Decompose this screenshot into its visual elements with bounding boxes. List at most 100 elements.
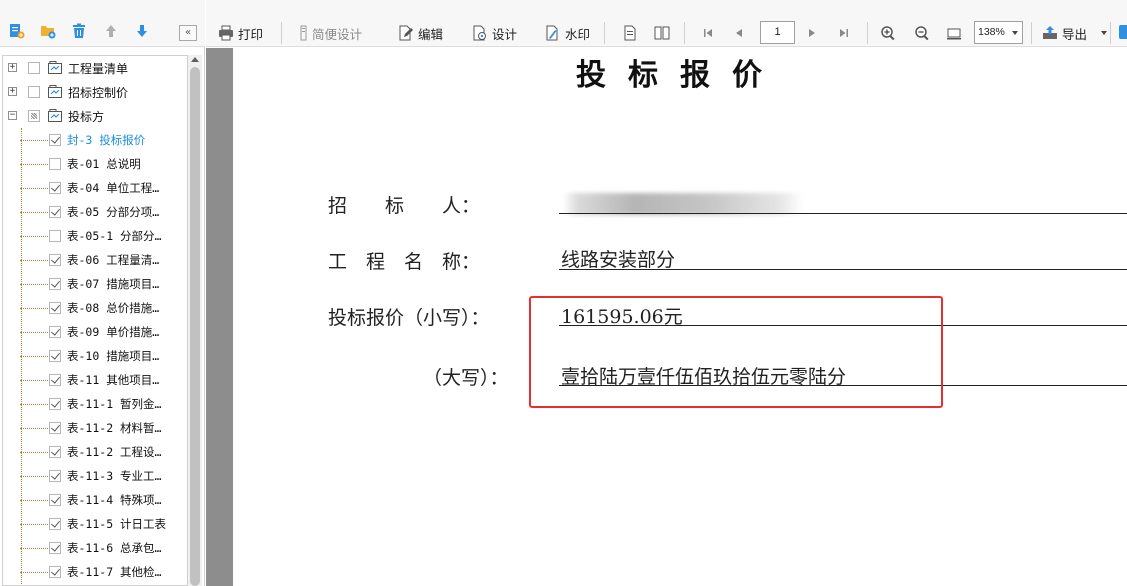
- tree-folder-node[interactable]: + 招标控制价: [3, 80, 187, 104]
- first-page-button[interactable]: [700, 22, 720, 44]
- tree-report-node[interactable]: 表-09 单价措施…: [3, 320, 187, 344]
- print-button[interactable]: 打印: [218, 22, 263, 44]
- simple-design-icon: [300, 25, 308, 41]
- zoom-select[interactable]: 138%: [974, 21, 1023, 44]
- chevron-down-icon: [1012, 31, 1018, 35]
- two-page-view-button[interactable]: [654, 22, 674, 44]
- node-checkbox[interactable]: [49, 182, 61, 194]
- folder-icon: [48, 85, 62, 98]
- node-checkbox[interactable]: [49, 326, 61, 338]
- previous-page-button[interactable]: [731, 22, 751, 44]
- scroll-up-icon[interactable]: [191, 57, 199, 62]
- page-number-input[interactable]: 1: [760, 21, 795, 44]
- tree-scrollbar[interactable]: [188, 55, 202, 586]
- collapse-panel-button[interactable]: «: [179, 25, 197, 41]
- tree-report-node[interactable]: 表-11-2 工程设…: [3, 440, 187, 464]
- node-checkbox[interactable]: [49, 206, 61, 218]
- node-label: 表-09 单价措施…: [67, 325, 160, 339]
- node-checkbox[interactable]: [49, 230, 61, 242]
- node-label: 表-04 单位工程…: [67, 181, 160, 195]
- node-checkbox[interactable]: [49, 398, 61, 410]
- node-checkbox[interactable]: [49, 542, 61, 554]
- node-checkbox[interactable]: [49, 158, 61, 170]
- move-up-icon[interactable]: [102, 22, 120, 40]
- next-page-icon: [804, 25, 820, 41]
- add-report-icon[interactable]: [8, 22, 26, 40]
- tree-report-node[interactable]: 封-3 投标报价: [3, 128, 187, 152]
- node-checkbox[interactable]: [49, 494, 61, 506]
- node-checkbox[interactable]: [49, 422, 61, 434]
- tree-connector: [20, 164, 48, 165]
- node-label: 表-08 总价措施…: [67, 301, 160, 315]
- collapse-icon[interactable]: −: [8, 111, 17, 120]
- tree-report-node[interactable]: 表-05-1 分部分…: [3, 224, 187, 248]
- zoom-in-button[interactable]: [880, 22, 900, 44]
- node-label: 表-06 工程量清…: [67, 253, 160, 267]
- add-folder-icon[interactable]: [39, 22, 57, 40]
- edit-button[interactable]: 编辑: [398, 22, 443, 44]
- tenderer-label: 招 标 人：: [328, 195, 481, 217]
- node-checkbox[interactable]: [49, 566, 61, 578]
- tree-report-node[interactable]: 表-10 措施项目…: [3, 344, 187, 368]
- node-checkbox[interactable]: [49, 350, 61, 362]
- node-label: 表-11-7 其他检…: [67, 565, 162, 579]
- tree-report-node[interactable]: 表-11-5 计日工表: [3, 512, 187, 536]
- single-page-view-button[interactable]: [622, 22, 642, 44]
- tree-folder-node[interactable]: + 工程量清单: [3, 56, 187, 80]
- printer-icon: [218, 25, 234, 41]
- node-label: 表-11-3 专业工…: [67, 469, 162, 483]
- tree-report-node[interactable]: 表-05 分部分项…: [3, 200, 187, 224]
- tree-report-node[interactable]: 表-11-7 其他检…: [3, 560, 187, 584]
- tree-report-node[interactable]: 表-07 措施项目…: [3, 272, 187, 296]
- move-down-icon[interactable]: [133, 22, 151, 40]
- last-page-button[interactable]: [836, 22, 856, 44]
- delete-icon[interactable]: [70, 22, 88, 40]
- tree-report-node[interactable]: 表-08 总价措施…: [3, 296, 187, 320]
- design-button[interactable]: 设计: [472, 22, 517, 44]
- zoom-out-button[interactable]: [914, 22, 934, 44]
- tree-report-node[interactable]: 表-04 单位工程…: [3, 176, 187, 200]
- toolbar-separator: [604, 22, 605, 44]
- node-label: 表-11-6 总承包…: [67, 541, 162, 555]
- node-checkbox[interactable]: [49, 254, 61, 266]
- node-checkbox[interactable]: [28, 86, 40, 98]
- tree-connector: [20, 140, 48, 141]
- node-checkbox[interactable]: [49, 278, 61, 290]
- export-button[interactable]: 导出: [1042, 22, 1108, 44]
- node-checkbox[interactable]: [28, 62, 40, 74]
- tenderer-underline: [559, 213, 1127, 214]
- tree-report-node[interactable]: 表-11-1 暂列金…: [3, 392, 187, 416]
- tree-report-node[interactable]: 表-11-3 专业工…: [3, 464, 187, 488]
- tree-report-node[interactable]: 表-11-4 特殊项…: [3, 488, 187, 512]
- tree-report-node[interactable]: 表-11-2 材料暂…: [3, 416, 187, 440]
- tree-report-node[interactable]: 表-06 工程量清…: [3, 248, 187, 272]
- node-checkbox[interactable]: [49, 470, 61, 482]
- tree-connector: [20, 236, 48, 237]
- node-checkbox[interactable]: [49, 518, 61, 530]
- node-checkbox[interactable]: [49, 446, 61, 458]
- toolbar-separator: [867, 22, 868, 44]
- tree-report-node[interactable]: 表-11-6 总承包…: [3, 536, 187, 560]
- scroll-thumb[interactable]: [190, 67, 200, 586]
- node-checkbox[interactable]: [49, 134, 61, 146]
- watermark-button[interactable]: 水印: [545, 22, 590, 44]
- tree-report-node[interactable]: 表-11 其他项目…: [3, 368, 187, 392]
- node-checkbox[interactable]: [49, 302, 61, 314]
- tree-report-node[interactable]: 表-01 总说明: [3, 152, 187, 176]
- tree-connector: [20, 308, 48, 309]
- more-options-icon[interactable]: [1119, 25, 1127, 39]
- zoom-value: 138%: [978, 26, 1005, 38]
- expand-icon[interactable]: +: [8, 87, 17, 96]
- last-page-icon: [836, 25, 852, 41]
- node-checkbox[interactable]: [28, 110, 40, 122]
- design-icon: [472, 25, 488, 41]
- edit-label: 编辑: [418, 26, 444, 42]
- tree-folder-node[interactable]: − 投标方: [3, 104, 187, 128]
- tree-connector: [20, 188, 48, 189]
- chevron-down-icon[interactable]: [1101, 31, 1108, 35]
- node-checkbox[interactable]: [49, 374, 61, 386]
- fit-page-button[interactable]: [946, 22, 966, 44]
- next-page-button[interactable]: [804, 22, 824, 44]
- expand-icon[interactable]: +: [8, 63, 17, 72]
- simple-design-button[interactable]: 简便设计: [300, 22, 362, 44]
